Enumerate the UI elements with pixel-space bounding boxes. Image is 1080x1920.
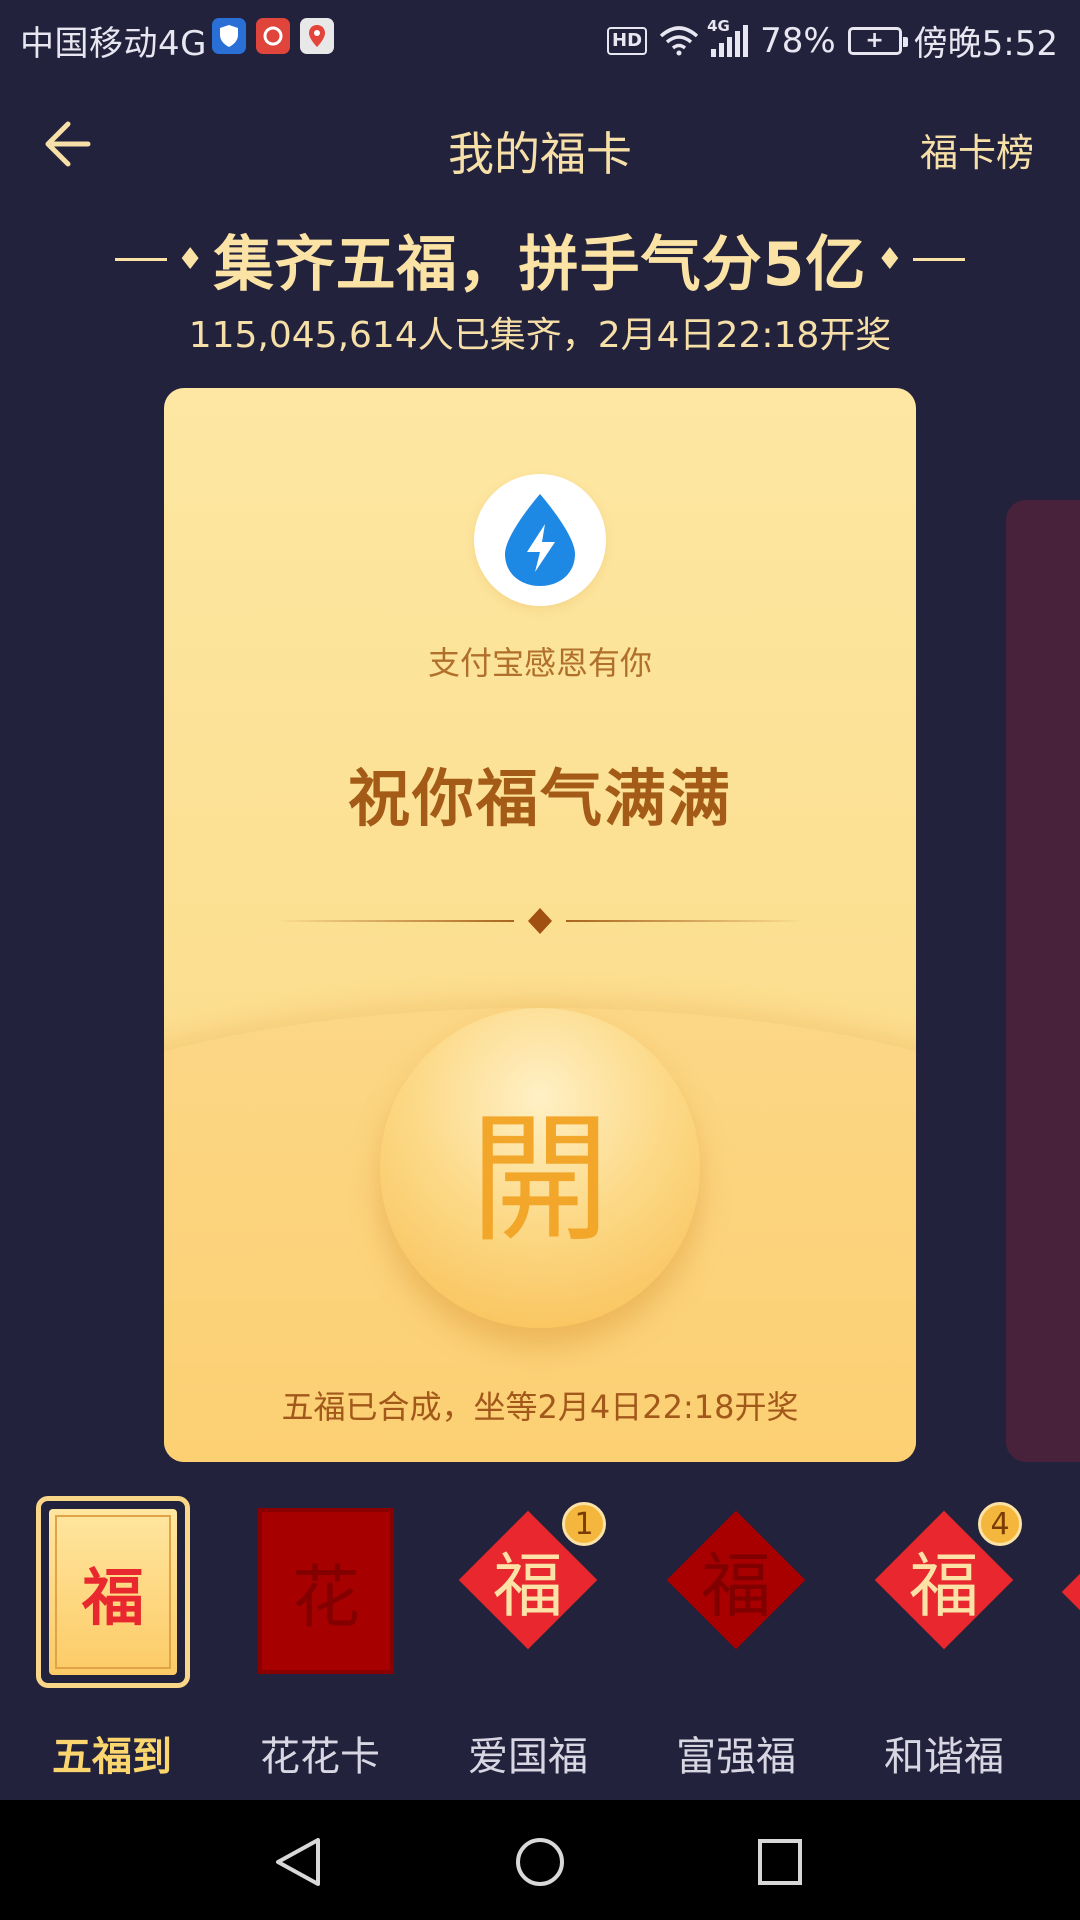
card-label: 富强福 [676,1734,796,1780]
status-right: HD 4G 78% + 傍晚5:52 [607,16,1058,65]
hexie-card-art: 福 4 [874,1502,1022,1650]
uc-browser-icon [256,18,290,54]
alipay-logo [474,474,606,606]
nav-recents-icon[interactable] [750,1836,810,1888]
nav-back-icon[interactable] [270,1836,330,1888]
wifi-icon [659,25,699,55]
screen: 中国移动4G HD 4G 78% + 傍晚5:52 我的福卡 福卡榜 ♦ 集齐五… [0,0,1080,1920]
system-nav-bar [0,1800,1080,1920]
page-title: 我的福卡 [448,127,632,181]
battery-icon: + [847,26,908,55]
selected-card-frame: 福 [36,1496,190,1688]
signal-icon: 4G [707,17,749,57]
card-label: 五福到 [52,1734,172,1780]
blessing-card: 支付宝感恩有你 祝你福气满满 開 五福已合成，坐等2月4日22:18开奖 [164,388,916,1462]
shield-icon [212,18,246,54]
card-divider [274,908,806,934]
card-label: 爱国福 [468,1734,588,1780]
card-item-huahua[interactable]: 花 花花卡 [236,1496,404,1780]
battery-percent: 78% [760,20,836,61]
card-title: 祝你福气满满 [347,762,732,835]
headline-left-diamond: ♦ [176,242,204,277]
aiguo-card-art: 福 1 [458,1502,606,1650]
carrier-label: 中国移动4G [20,24,207,64]
card-item-aiguo[interactable]: 福 1 爱国福 [444,1496,612,1780]
open-button-label: 開 [469,1099,610,1262]
headline-right-line [913,258,966,261]
fu-calligraphy-icon: 福 [81,1561,144,1634]
next-card-peek-diamond[interactable] [1061,1563,1080,1621]
card-footer-text: 五福已合成，坐等2月4日22:18开奖 [281,1388,799,1426]
hua-glyph: 花 [291,1558,360,1638]
huahua-card-art: 花 [258,1508,394,1674]
wufudao-card-art: 福 [49,1509,177,1675]
nav-home-icon[interactable] [510,1836,570,1888]
card-item-wufudao[interactable]: 福 五福到 [28,1496,196,1780]
notification-icons [212,18,334,54]
header: 我的福卡 福卡榜 [0,104,1080,184]
fu-card-strip: 福 五福到 花 花花卡 福 1 爱国福 福 富强福 福 4 和谐福 [0,1496,1080,1780]
next-card-peek[interactable] [1006,500,1080,1462]
hd-badge: HD [607,26,648,55]
clock: 傍晚5:52 [913,24,1058,64]
card-count-badge: 1 [562,1502,606,1546]
card-item-fuqiang[interactable]: 福 富强福 [652,1496,820,1780]
status-bar: 中国移动4G HD 4G 78% + 傍晚5:52 [0,0,1080,74]
card-subtitle: 支付宝感恩有你 [427,644,652,682]
ranking-link[interactable]: 福卡榜 [920,122,1034,177]
headline-right-diamond: ♦ [876,242,904,277]
card-label: 和谐福 [884,1734,1004,1780]
lightning-drop-icon [505,494,575,586]
fu-glyph: 福 [701,1544,771,1627]
map-icon [300,18,334,54]
card-label: 花花卡 [260,1734,380,1780]
open-button[interactable]: 開 [380,1008,700,1328]
network-type-label: 4G [707,16,730,35]
collected-count-text: 115,045,614人已集齐，2月4日22:18开奖 [188,315,892,356]
card-item-hexie[interactable]: 福 4 和谐福 [860,1496,1028,1780]
card-count-badge: 4 [978,1502,1022,1546]
headline-text: 集齐五福，拼手气分5亿 [213,230,867,300]
headline: ♦ 集齐五福，拼手气分5亿 ♦ [0,216,1080,303]
headline-left-line [114,258,167,261]
fuqiang-card-art: 福 [666,1510,806,1650]
